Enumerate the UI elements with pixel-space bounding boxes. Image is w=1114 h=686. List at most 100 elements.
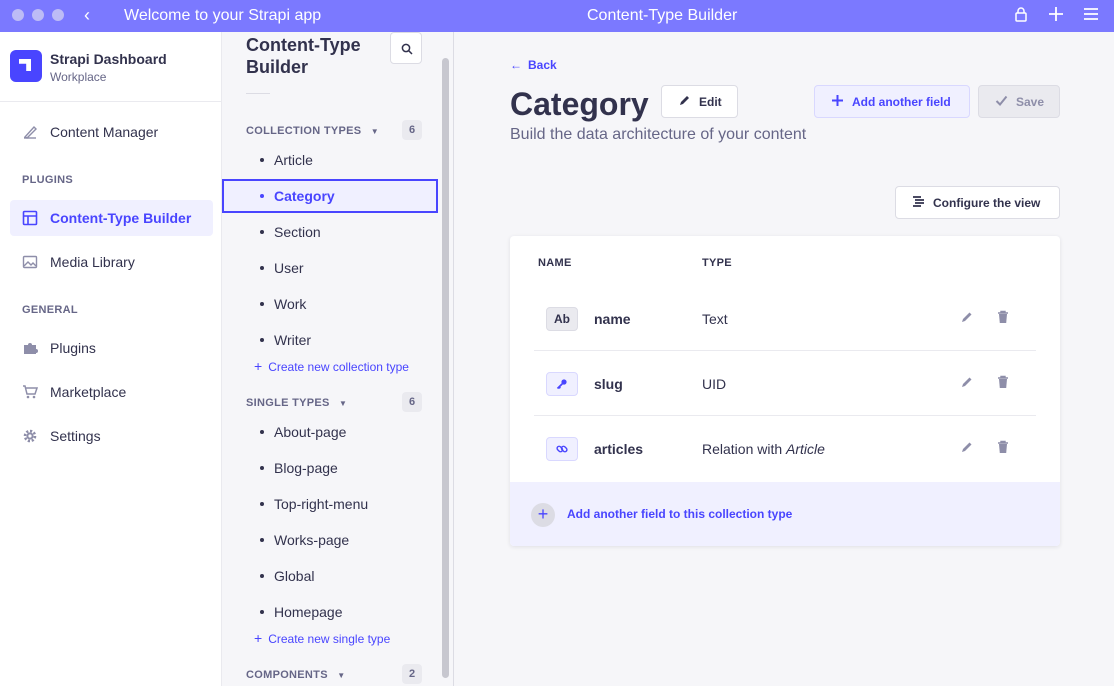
plus-circle-icon: + [531,503,555,527]
back-link[interactable]: ← Back [510,58,557,72]
window-titlebar: ‹ Welcome to your Strapi app Content-Typ… [0,0,1114,32]
single-item-global[interactable]: Global [222,559,438,593]
caret-down-icon: ▼ [337,671,346,680]
nav-item-plugins[interactable]: Plugins [10,330,213,366]
single-item-about-page[interactable]: About-page [222,415,438,449]
plus-icon [831,94,844,110]
create-collection-type-link[interactable]: + Create new collection type [254,358,409,374]
page-subtitle: Build the data architecture of your cont… [510,126,807,143]
nav-item-content-type-builder[interactable]: Content-Type Builder [10,200,213,236]
single-item-works-page[interactable]: Works-page [222,523,438,557]
minimize-window-button[interactable] [32,9,44,21]
lock-icon[interactable] [1014,6,1028,27]
nav-item-content-manager[interactable]: Content Manager [10,114,213,150]
item-label: User [274,260,304,276]
item-label: Top-right-menu [274,496,369,512]
subnav-title: Content-Type Builder [246,34,361,78]
item-label: Work [274,296,307,312]
collection-types-header[interactable]: COLLECTION TYPES ▼ [246,125,379,137]
item-label: Global [274,568,315,584]
add-field-footer-button[interactable]: + Add another field to this collection t… [510,482,1060,546]
single-types-count: 6 [402,392,422,412]
window-title: Welcome to your Strapi app [124,7,322,24]
link-label: Create new collection type [268,360,409,374]
configure-view-button[interactable]: Configure the view [895,186,1060,219]
divider [246,93,270,94]
trash-icon[interactable] [997,440,1013,456]
collection-types-count: 6 [402,120,422,140]
item-label: About-page [274,424,347,440]
key-icon [546,372,578,396]
section-label: SINGLE TYPES [246,397,330,409]
item-label: Blog-page [274,460,338,476]
create-single-type-link[interactable]: + Create new single type [254,630,390,646]
type-target: Article [786,441,825,457]
pencil-icon[interactable] [960,440,976,456]
collection-item-article[interactable]: Article [222,143,438,177]
item-label: Homepage [274,604,343,620]
content-type-subnav: Content-Type Builder COLLECTION TYPES ▼ … [222,32,454,686]
item-label: Article [274,152,313,168]
single-item-blog-page[interactable]: Blog-page [222,451,438,485]
plus-icon: + [254,630,263,646]
zoom-window-button[interactable] [52,9,64,21]
table-row: slug UID [534,351,1036,416]
trash-icon[interactable] [997,310,1013,326]
collection-item-user[interactable]: User [222,251,438,285]
save-button[interactable]: Save [978,85,1060,118]
collection-item-work[interactable]: Work [222,287,438,321]
nav-item-label: Content Manager [50,124,159,140]
search-button[interactable] [390,32,422,64]
column-header-name: NAME [538,257,572,269]
button-label: Save [1016,95,1045,109]
menu-icon[interactable] [1083,6,1099,27]
add-another-field-button[interactable]: Add another field [814,85,970,118]
nav-item-label: Settings [50,428,101,444]
item-label: Writer [274,332,312,348]
plus-icon[interactable] [1048,6,1064,27]
single-item-homepage[interactable]: Homepage [222,595,438,629]
nav-item-media-library[interactable]: Media Library [10,244,213,280]
subnav-scrollbar[interactable] [442,58,449,678]
column-header-type: TYPE [702,257,732,269]
edit-button[interactable]: Edit [661,85,738,118]
strapi-logo-icon [10,50,42,82]
search-icon [401,43,413,55]
add-field-label: Add another field to this collection typ… [567,507,793,521]
brand-name: Strapi Dashboard [50,51,167,67]
single-types-header[interactable]: SINGLE TYPES ▼ [246,397,347,409]
components-header[interactable]: COMPONENTS ▼ [246,669,345,681]
brand-header: Strapi Dashboard Workplace [0,32,221,102]
nav-item-marketplace[interactable]: Marketplace [10,374,213,410]
button-label: Configure the view [933,196,1041,210]
close-window-button[interactable] [12,9,24,21]
collection-item-category[interactable]: Category [222,179,438,213]
nav-item-label: Marketplace [50,384,127,400]
main-content: ← Back Category Build the data architectu… [454,32,1114,686]
nav-section-plugins: PLUGINS [22,174,73,186]
page-title: Category [510,86,649,122]
collection-item-section[interactable]: Section [222,215,438,249]
nav-item-label: Media Library [50,254,135,270]
caret-down-icon: ▼ [370,127,379,136]
single-item-top-right-menu[interactable]: Top-right-menu [222,487,438,521]
brand-workspace: Workplace [50,70,107,84]
text-type-icon: Ab [546,307,578,331]
shopping-cart-icon [22,384,39,400]
trash-icon[interactable] [997,375,1013,391]
nav-item-label: Content-Type Builder [50,210,192,226]
gear-icon [22,428,38,444]
table-row: articles Relation with Article [534,416,1036,481]
collection-item-writer[interactable]: Writer [222,323,438,357]
button-label: Add another field [852,95,951,109]
components-count: 2 [402,664,422,684]
back-chevron-icon[interactable]: ‹ [84,5,90,26]
back-label: Back [528,58,557,72]
item-label: Works-page [274,532,350,548]
pencil-icon[interactable] [960,375,976,391]
window-subtitle: Content-Type Builder [587,7,738,24]
nav-item-settings[interactable]: Settings [10,418,213,454]
list-icon [912,195,925,211]
table-row: Ab name Text [534,286,1036,351]
pencil-icon[interactable] [960,310,976,326]
